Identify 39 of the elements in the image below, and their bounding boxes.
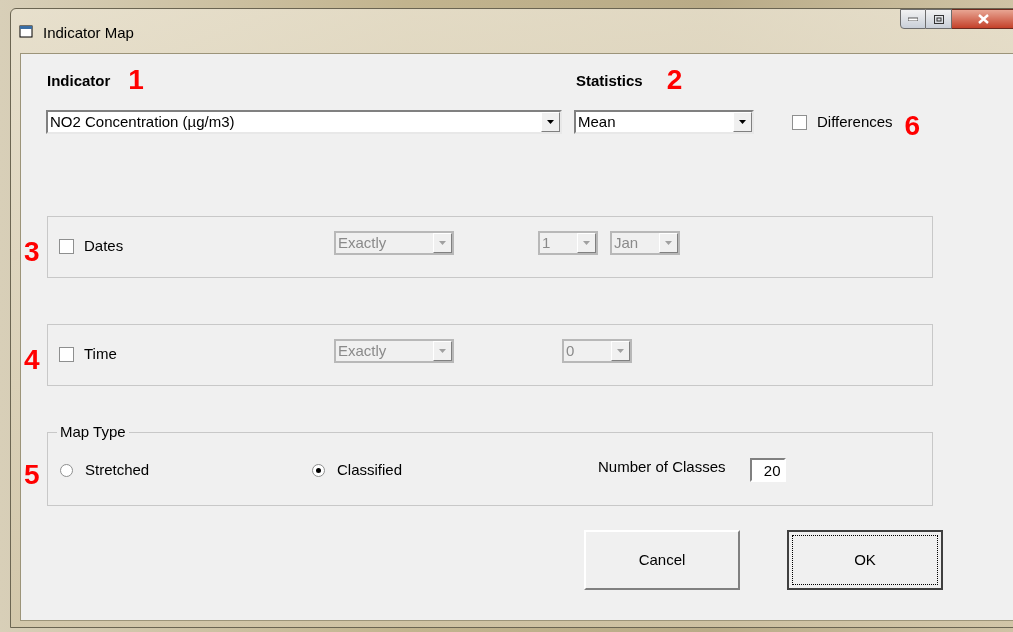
dropdown-arrow-icon <box>439 241 446 245</box>
dropdown-arrow-icon <box>583 241 590 245</box>
close-icon <box>978 14 989 24</box>
dropdown-arrow-icon <box>617 349 624 353</box>
dropdown-arrow-icon <box>665 241 672 245</box>
radio-button[interactable] <box>60 463 73 477</box>
field-label: Number of Classes <box>598 456 726 477</box>
annotation-number: 2 <box>666 66 683 94</box>
maximize-button[interactable] <box>926 9 952 29</box>
checkbox-label: Differences <box>817 111 893 132</box>
checkbox-label: Time <box>84 344 117 364</box>
dropdown[interactable]: NO2 Concentration (µg/m3) <box>46 110 562 134</box>
checkbox[interactable] <box>792 114 807 130</box>
dropdown-arrow-icon <box>739 120 746 124</box>
maximize-icon <box>933 14 944 24</box>
window-icon <box>19 25 33 38</box>
annotation-number: 4 <box>23 346 41 374</box>
annotation-number: 5 <box>23 461 41 489</box>
minimize-button[interactable] <box>900 9 926 29</box>
checkbox[interactable] <box>59 346 74 362</box>
field-label: Statistics <box>575 70 643 91</box>
dialog-button[interactable]: OK <box>787 530 943 590</box>
field-label: Indicator <box>47 70 111 91</box>
close-button[interactable] <box>952 9 1013 29</box>
dropdown-arrow-icon <box>439 349 446 353</box>
checkbox[interactable] <box>59 238 74 254</box>
minimize-icon <box>908 17 918 21</box>
radio-label: Stretched <box>85 459 150 480</box>
radio-label: Classified <box>337 459 403 480</box>
window-title: Indicator Map <box>43 23 134 43</box>
dropdown-arrow-icon <box>547 120 554 124</box>
annotation-number: 1 <box>128 66 144 94</box>
annotation-number: 3 <box>23 238 41 266</box>
checkbox-label: Dates <box>84 236 124 256</box>
radio-button[interactable] <box>312 463 325 477</box>
annotation-number: 6 <box>904 112 921 140</box>
dropdown[interactable]: Mean <box>574 110 754 134</box>
dialog-button[interactable]: Cancel <box>584 530 740 590</box>
classes-input[interactable]: 20 <box>749 458 786 482</box>
